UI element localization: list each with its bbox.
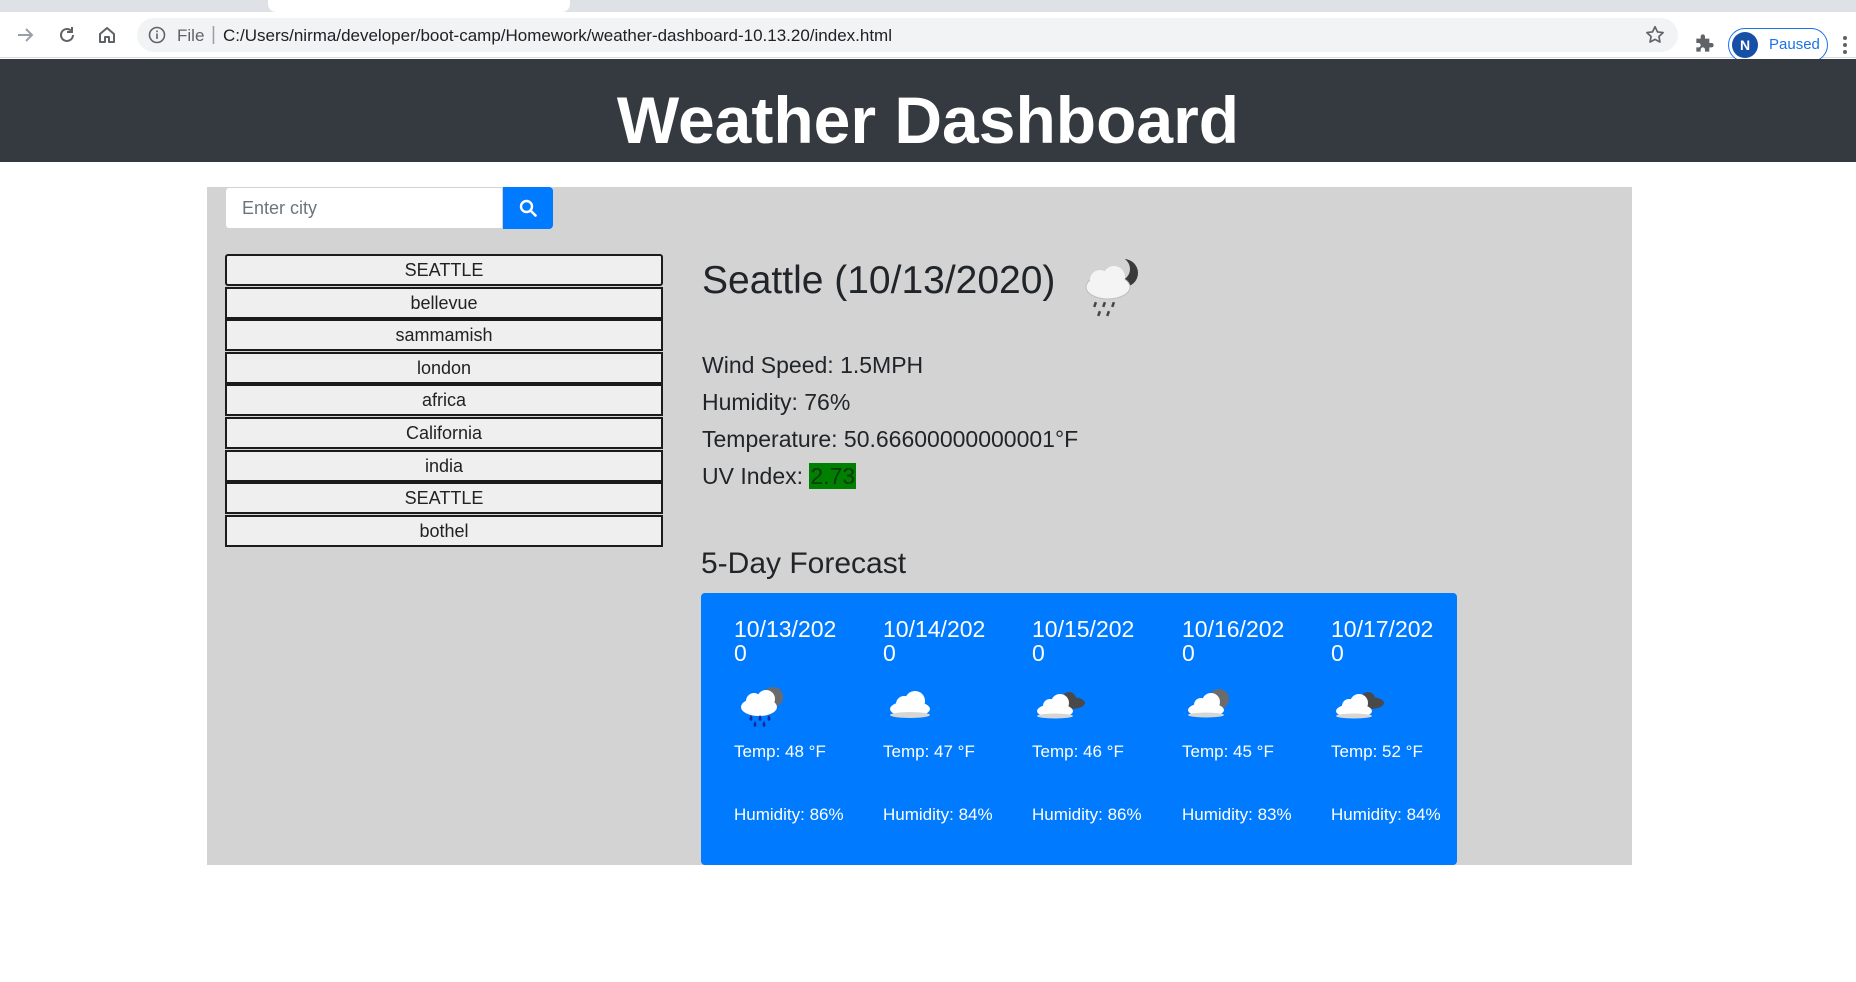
current-city-title: Seattle (10/13/2020)	[702, 259, 1056, 302]
active-tab[interactable]	[268, 0, 570, 12]
forecast-humidity: Humidity: 86%	[1032, 805, 1142, 824]
history-city-button[interactable]: SEATTLE	[225, 482, 663, 515]
home-button[interactable]	[92, 20, 122, 50]
uv-index-label: UV Index:	[702, 463, 810, 489]
history-city-button[interactable]: SEATTLE	[225, 254, 663, 286]
extensions-puzzle-icon[interactable]	[1692, 30, 1718, 56]
page-header: Weather Dashboard	[0, 59, 1856, 162]
url-scheme: File	[177, 26, 205, 45]
search-button[interactable]	[503, 187, 553, 229]
profile-status: Paused	[1769, 36, 1820, 53]
history-city-button[interactable]: California	[225, 416, 663, 449]
forecast-temp: Temp: 46 °F	[1032, 742, 1124, 761]
forecast-humidity: Humidity: 83%	[1182, 805, 1292, 824]
forecast-temp: Temp: 52 °F	[1331, 742, 1423, 761]
history-city-button[interactable]: india	[225, 449, 663, 482]
arrow-right-icon	[18, 28, 34, 42]
forecast-card: 10/15/2020 Temp: 46 °F Humidity: 86%	[999, 593, 1158, 865]
city-search-input[interactable]	[225, 187, 503, 229]
humidity: Humidity: 76%	[702, 389, 851, 415]
forecast-card: 10/16/2020 Temp: 45 °F Humidity: 83%	[1149, 593, 1308, 865]
dashboard-container: SEATTLE bellevue sammamish london africa…	[207, 187, 1632, 865]
broken-clouds-icon	[1037, 692, 1085, 719]
forecast-date: 10/13/2020	[734, 616, 837, 666]
browser-toolbar: File | C:/Users/nirma/developer/boot-cam…	[0, 12, 1856, 62]
url-text[interactable]: C:/Users/nirma/developer/boot-camp/Homew…	[223, 26, 892, 46]
kebab-menu-icon[interactable]	[1840, 34, 1850, 56]
forecast-date: 10/17/2020	[1331, 616, 1434, 666]
history-city-button[interactable]: bellevue	[225, 286, 663, 319]
search-icon	[519, 199, 537, 217]
forecast-date: 10/16/2020	[1182, 616, 1285, 666]
uv-index: UV Index: 2.73	[702, 458, 1302, 495]
history-city-button[interactable]: london	[225, 351, 663, 384]
forecast-date: 10/14/2020	[883, 616, 986, 666]
forecast-card: 10/14/2020 Temp: 47 °F Humidity: 84%	[850, 593, 1009, 865]
bookmark-star-icon[interactable]	[1644, 24, 1666, 46]
broken-clouds-icon	[1336, 692, 1384, 719]
forecast-temp: Temp: 48 °F	[734, 742, 826, 761]
forecast-humidity: Humidity: 84%	[883, 805, 993, 824]
address-bar[interactable]: File | C:/Users/nirma/developer/boot-cam…	[137, 18, 1678, 52]
history-city-button[interactable]: sammamish	[225, 319, 663, 352]
forecast-temp: Temp: 47 °F	[883, 742, 975, 761]
reload-icon	[60, 27, 74, 42]
home-icon	[99, 27, 115, 43]
url-separator-icon: |	[211, 24, 216, 45]
current-weather-stats: Wind Speed: 1.5MPH Humidity: 76% Tempera…	[702, 347, 1302, 495]
reload-button[interactable]	[52, 20, 82, 50]
forecast-date: 10/15/2020	[1032, 616, 1135, 666]
profile-button[interactable]: N Paused	[1728, 28, 1828, 62]
rain-cloud-icon	[741, 687, 783, 727]
forward-button[interactable]	[10, 20, 40, 50]
forecast-cards: 10/13/2020 Temp: 48 °F Humidity: 86% 10/…	[701, 593, 1601, 865]
rain-night-icon	[1085, 257, 1138, 317]
page-title: Weather Dashboard	[616, 82, 1240, 157]
partly-cloudy-night-icon	[1188, 689, 1229, 718]
cloud-icon	[890, 691, 930, 718]
history-city-button[interactable]: bothel	[225, 514, 663, 547]
forecast-humidity: Humidity: 86%	[734, 805, 844, 824]
forecast-card: 10/17/2020 Temp: 52 °F Humidity: 84%	[1298, 593, 1457, 865]
uv-index-badge: 2.73	[809, 463, 857, 489]
forecast-humidity: Humidity: 84%	[1331, 805, 1441, 824]
forecast-card: 10/13/2020 Temp: 48 °F Humidity: 86%	[701, 593, 860, 865]
avatar: N	[1732, 32, 1758, 58]
info-icon[interactable]	[147, 25, 167, 45]
browser-tabstrip	[0, 0, 1856, 12]
wind-speed: Wind Speed: 1.5MPH	[702, 352, 924, 378]
forecast-temp: Temp: 45 °F	[1182, 742, 1274, 761]
temperature: Temperature: 50.66600000000001°F	[702, 426, 1079, 452]
forecast-title: 5-Day Forecast	[701, 547, 907, 580]
history-city-button[interactable]: africa	[225, 384, 663, 417]
search-history-list: SEATTLE bellevue sammamish london africa…	[225, 254, 663, 547]
